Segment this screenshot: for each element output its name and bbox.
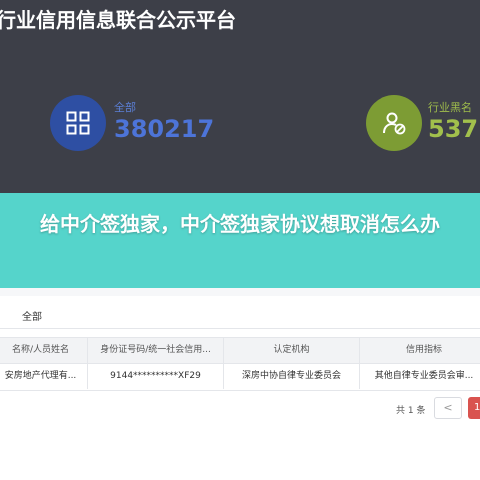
grid-icon [66, 111, 90, 135]
total-stat-label: 全部 [114, 101, 136, 114]
header-cell-indicator: 信用指标 [405, 345, 442, 355]
tab-all[interactable]: 全部 [22, 308, 42, 323]
table-row[interactable]: 安房地产代理有... 9144**********XF29 深房中协自律专业委员… [0, 364, 480, 391]
table-header: 名称/人员姓名 身份证号码/统一社会信用... 认定机构 信用指标 [0, 337, 480, 364]
total-stat-badge[interactable] [50, 95, 106, 151]
row-cell-id: 9144**********XF29 [88, 364, 224, 389]
total-stat-value: 380217 [114, 115, 215, 143]
blacklist-stat-label: 行业黑名 [428, 101, 472, 114]
blocked-user-icon [383, 112, 406, 135]
row-cell-name[interactable]: 安房地产代理有... [0, 364, 88, 389]
pagination-prev-button[interactable]: < [434, 397, 462, 419]
header-cell-id: 身份证号码/统一社会信用... [88, 338, 224, 363]
header-cell-name: 名称/人员姓名 [0, 338, 88, 363]
row-cell-indicator: 其他自律专业委员会审... [374, 371, 474, 381]
article-title: 给中介签独家，中介签独家协议想取消怎么办 [40, 212, 440, 236]
blacklist-stat-badge[interactable] [366, 95, 422, 151]
header-cell-agency: 认定机构 [224, 338, 360, 363]
pagination-current-page[interactable]: 1 [468, 397, 480, 419]
tab-divider [0, 328, 480, 329]
pagination-total: 共 1 条 [396, 406, 426, 416]
row-cell-agency: 深房中协自律专业委员会 [224, 364, 360, 389]
blacklist-stat-value: 537 [428, 115, 479, 143]
site-title: 行业信用信息联合公示平台 [0, 8, 236, 32]
